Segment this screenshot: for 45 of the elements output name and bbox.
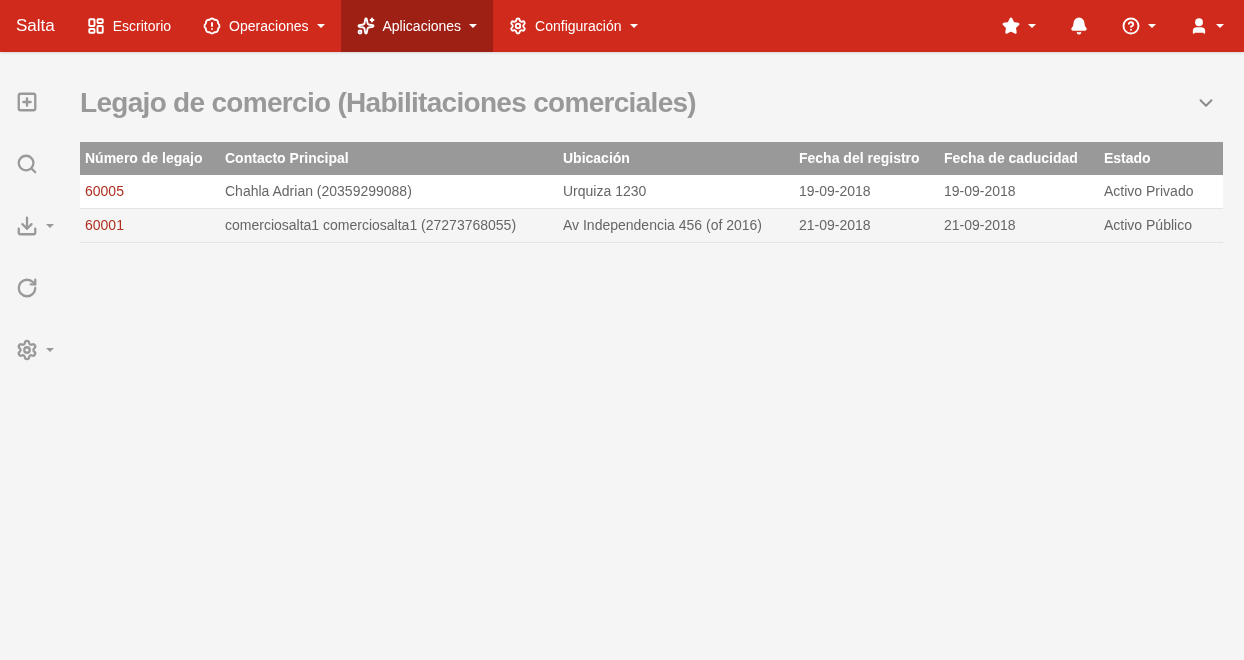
column-header[interactable]: Número de legajo (80, 142, 220, 175)
settings-icon (16, 339, 38, 361)
caret-icon (46, 348, 54, 352)
table-cell: 19-09-2018 (794, 175, 939, 209)
caret-icon (1028, 24, 1036, 28)
table-cell: Activo Público (1099, 208, 1223, 243)
page-title: Legajo de comercio (Habilitaciones comerciales) (80, 86, 696, 120)
nav-menu-item[interactable]: Configuración (493, 0, 654, 52)
refresh-icon (16, 277, 38, 299)
record-link[interactable]: 60005 (85, 183, 124, 199)
column-header[interactable]: Ubicación (558, 142, 794, 175)
table-cell: Av Independencia 456 (of 2016) (558, 208, 794, 243)
star-icon (1002, 17, 1020, 35)
table-cell: 19-09-2018 (939, 175, 1099, 209)
search-icon (16, 153, 38, 175)
help-icon (1122, 17, 1140, 35)
brand-name[interactable]: Salta (0, 0, 71, 52)
caret-icon (1148, 24, 1156, 28)
caret-icon (469, 24, 478, 28)
column-header[interactable]: Contacto Principal (220, 142, 558, 175)
settings-icon (509, 17, 528, 35)
table-cell: Urquiza 1230 (558, 175, 794, 209)
column-header[interactable]: Fecha del registro (794, 142, 939, 175)
bell-icon (1070, 17, 1088, 35)
caret-icon (629, 24, 638, 28)
add-icon (16, 91, 38, 113)
table-cell: Activo Privado (1099, 175, 1223, 209)
dashboard-icon (86, 17, 105, 35)
table-cell: Chahla Adrian (20359299088) (220, 175, 558, 209)
column-header[interactable]: Fecha de caducidad (939, 142, 1099, 175)
nav-menu-item[interactable]: Escritorio (70, 0, 188, 52)
caret-icon (1216, 24, 1224, 28)
download-icon (16, 215, 38, 237)
table-cell: 21-09-2018 (939, 208, 1099, 243)
table-cell: 21-09-2018 (794, 208, 939, 243)
nav-menu-item[interactable]: Operaciones (187, 0, 341, 52)
badge-icon (203, 17, 222, 35)
caret-icon (316, 24, 325, 28)
caret-icon (46, 224, 54, 228)
column-header[interactable]: Estado (1099, 142, 1223, 175)
sparkle-icon (356, 17, 375, 35)
record-link[interactable]: 60001 (85, 217, 124, 233)
nav-menu-item[interactable]: Aplicaciones (340, 0, 494, 52)
user-icon (1190, 17, 1208, 35)
table-cell: comerciosalta1 comerciosalta1 (27273768055) (220, 208, 558, 243)
